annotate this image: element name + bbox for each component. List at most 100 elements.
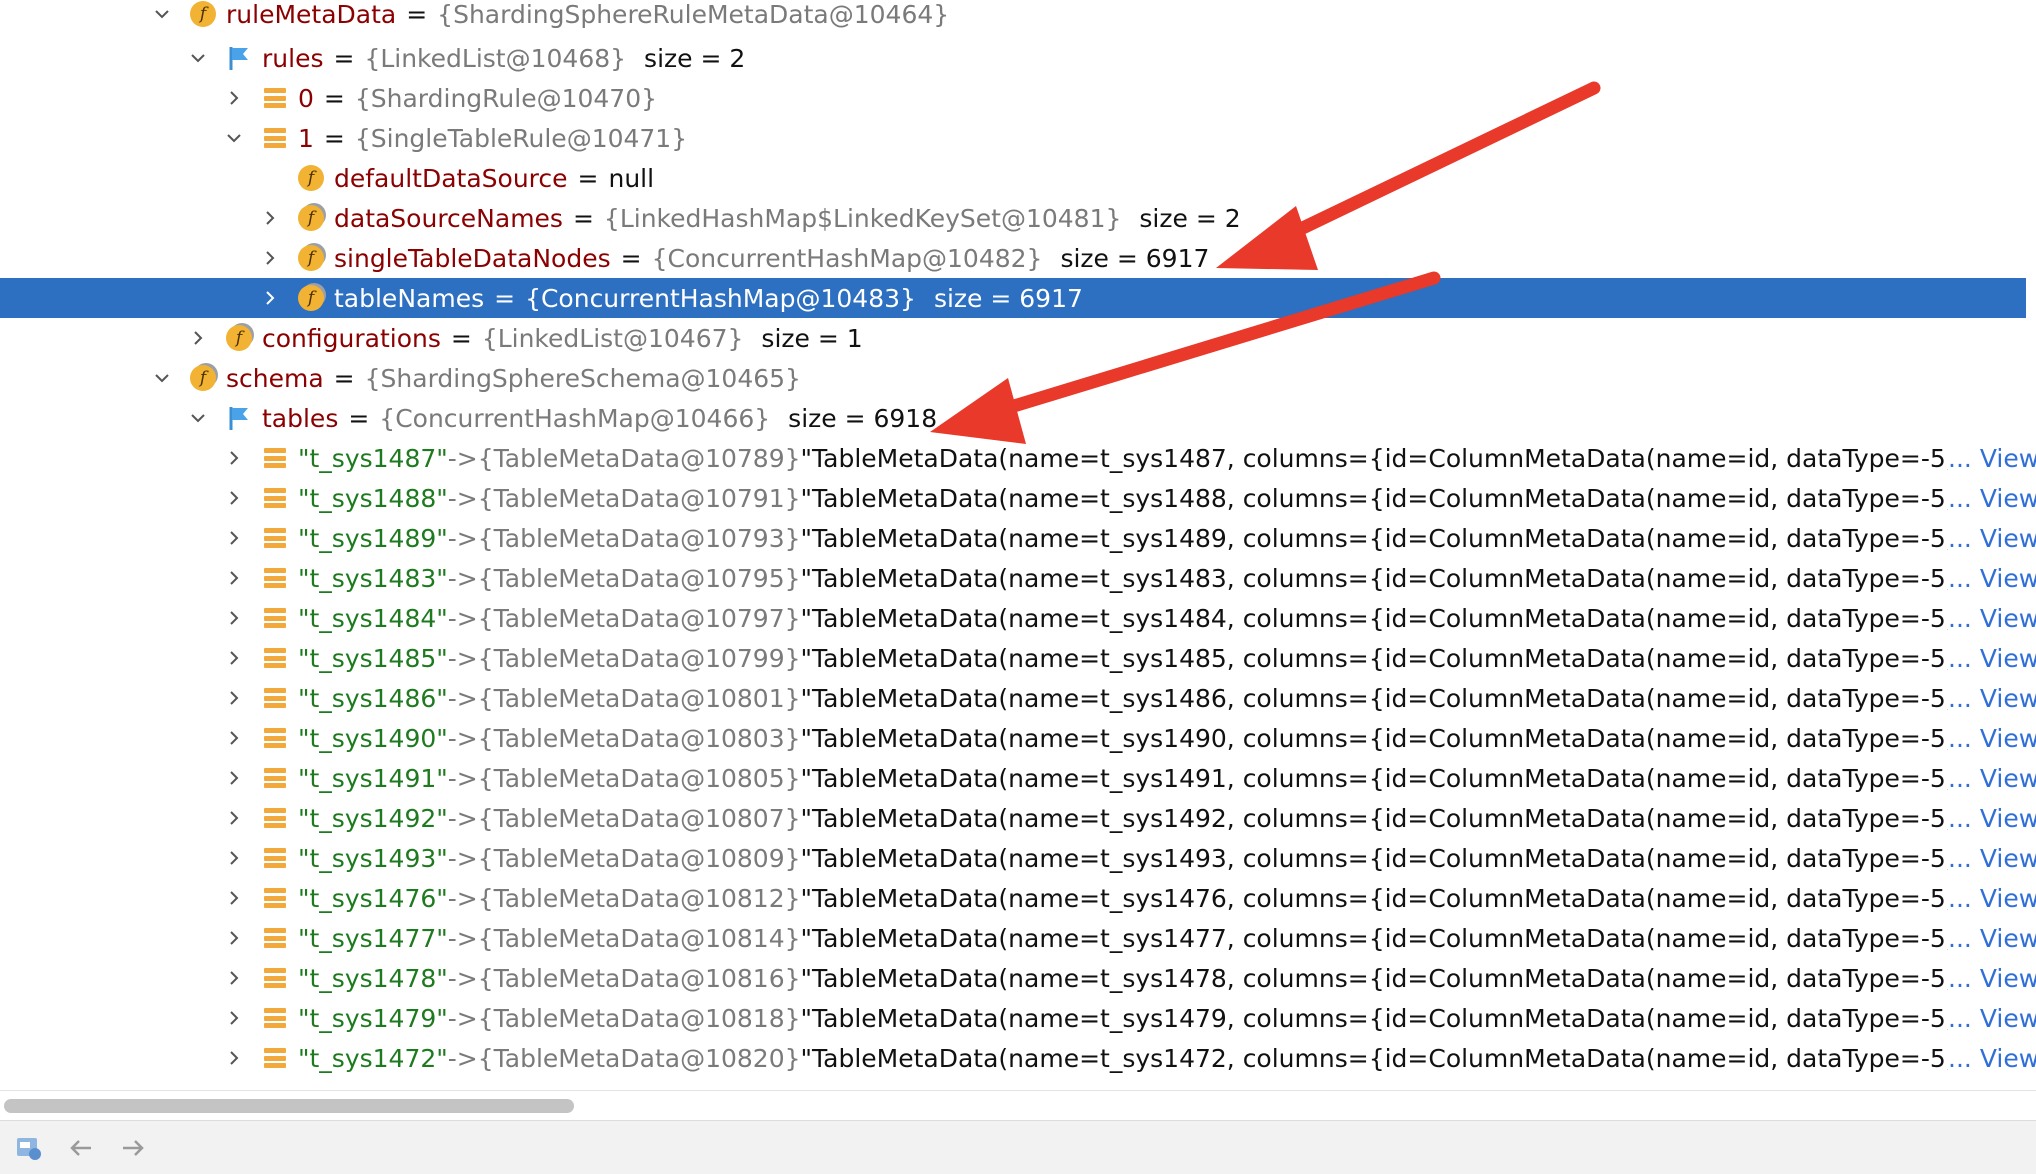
- chevron-down-icon[interactable]: [148, 358, 176, 398]
- tree-row-rule-0[interactable]: 0 = {ShardingRule@10470}: [0, 78, 2036, 118]
- view-link-label[interactable]: View: [1980, 484, 2036, 513]
- element-icon: [260, 438, 290, 478]
- forward-arrow-icon[interactable]: [110, 1125, 156, 1171]
- table-entry-row[interactable]: "t_sys1493" -> {TableMetaData@10809} "Table…: [0, 838, 2036, 878]
- view-link[interactable]: ... View: [1948, 878, 2036, 918]
- chevron-right-icon[interactable]: [220, 878, 248, 918]
- table-entry-row[interactable]: "t_sys1478" -> {TableMetaData@10816} "Table…: [0, 958, 2036, 998]
- table-entry-row[interactable]: "t_sys1485" -> {TableMetaData@10799} "Table…: [0, 638, 2036, 678]
- view-link[interactable]: ... View: [1948, 678, 2036, 718]
- tree-row-rules[interactable]: rules = {LinkedList@10468} size = 2: [0, 38, 2036, 78]
- view-link[interactable]: ... View: [1948, 478, 2036, 518]
- table-entry-row[interactable]: "t_sys1484" -> {TableMetaData@10797} "Table…: [0, 598, 2036, 638]
- view-link-label[interactable]: View: [1980, 884, 2036, 913]
- map-ref: {TableMetaData@10801}: [477, 683, 801, 713]
- view-link-label[interactable]: View: [1980, 724, 2036, 753]
- view-link[interactable]: ... View: [1948, 558, 2036, 598]
- tree-row-schema[interactable]: f schema = {ShardingSphereSchema@10465}: [0, 358, 2036, 398]
- map-value: "TableMetaData(name=t_sys1487, columns={…: [800, 443, 1948, 473]
- chevron-right-icon[interactable]: [220, 718, 248, 758]
- tree-row-configurations[interactable]: f configurations = {LinkedList@10467} size …: [0, 318, 2036, 358]
- chevron-right-icon[interactable]: [220, 598, 248, 638]
- table-entry-row[interactable]: "t_sys1491" -> {TableMetaData@10805} "Table…: [0, 758, 2036, 798]
- table-entry-row[interactable]: "t_sys1492" -> {TableMetaData@10807} "Table…: [0, 798, 2036, 838]
- view-link[interactable]: ... View: [1948, 998, 2036, 1038]
- equals-sign: =: [333, 363, 355, 393]
- table-entry-row[interactable]: "t_sys1487" -> {TableMetaData@10789} "Table…: [0, 438, 2036, 478]
- view-link-label[interactable]: View: [1980, 644, 2036, 673]
- horizontal-scrollbar[interactable]: [0, 1090, 2036, 1120]
- chevron-right-icon[interactable]: [220, 798, 248, 838]
- chevron-right-icon[interactable]: [256, 198, 284, 238]
- view-link[interactable]: ... View: [1948, 718, 2036, 758]
- view-link[interactable]: ... View: [1948, 518, 2036, 558]
- chevron-right-icon[interactable]: [256, 238, 284, 278]
- chevron-down-icon[interactable]: [184, 38, 212, 78]
- chevron-right-icon[interactable]: [220, 518, 248, 558]
- tree-row-tables[interactable]: tables = {ConcurrentHashMap@10466} size = 6…: [0, 398, 2036, 438]
- tree-row-tablenames-selected[interactable]: f tableNames = {ConcurrentHashMap@10483} si…: [0, 278, 2026, 318]
- chevron-right-icon[interactable]: [184, 318, 212, 358]
- view-link-label[interactable]: View: [1980, 1004, 2036, 1033]
- chevron-down-icon[interactable]: [148, 0, 176, 34]
- table-entry-row[interactable]: "t_sys1490" -> {TableMetaData@10803} "Table…: [0, 718, 2036, 758]
- table-entry-row[interactable]: "t_sys1479" -> {TableMetaData@10818} "Table…: [0, 998, 2036, 1038]
- tree-row-singletabledatanodes[interactable]: f singleTableDataNodes = {ConcurrentHashMa…: [0, 238, 2036, 278]
- chevron-right-icon[interactable]: [220, 998, 248, 1038]
- view-link-label[interactable]: View: [1980, 764, 2036, 793]
- chevron-right-icon[interactable]: [220, 758, 248, 798]
- view-link-label[interactable]: View: [1980, 1044, 2036, 1073]
- chevron-right-icon[interactable]: [220, 638, 248, 678]
- table-entry-row[interactable]: "t_sys1472" -> {TableMetaData@10820} "Table…: [0, 1038, 2036, 1078]
- chevron-right-icon[interactable]: [220, 678, 248, 718]
- back-arrow-icon[interactable]: [58, 1125, 104, 1171]
- view-link-label[interactable]: View: [1980, 524, 2036, 553]
- chevron-right-icon[interactable]: [256, 278, 284, 318]
- view-link-label[interactable]: View: [1980, 444, 2036, 473]
- map-value: "TableMetaData(name=t_sys1488, columns={…: [800, 483, 1948, 513]
- view-link[interactable]: ... View: [1948, 438, 2036, 478]
- table-entry-row[interactable]: "t_sys1488" -> {TableMetaData@10791} "Table…: [0, 478, 2036, 518]
- table-entry-row[interactable]: "t_sys1489" -> {TableMetaData@10793} "Table…: [0, 518, 2036, 558]
- chevron-right-icon[interactable]: [220, 838, 248, 878]
- chevron-down-icon[interactable]: [220, 118, 248, 158]
- view-link-label[interactable]: View: [1980, 844, 2036, 873]
- ellipsis: ...: [1948, 1003, 1972, 1033]
- frame-icon[interactable]: [6, 1125, 52, 1171]
- chevron-right-icon[interactable]: [220, 78, 248, 118]
- view-link[interactable]: ... View: [1948, 838, 2036, 878]
- view-link[interactable]: ... View: [1948, 1038, 2036, 1078]
- tree-row-datasourcenames[interactable]: f dataSourceNames = {LinkedHashMap$LinkedK…: [0, 198, 2036, 238]
- tree-row-defaultdatasource[interactable]: f defaultDataSource = null: [0, 158, 2036, 198]
- chevron-right-icon[interactable]: [220, 438, 248, 478]
- chevron-down-icon[interactable]: [184, 398, 212, 438]
- view-link-label[interactable]: View: [1980, 684, 2036, 713]
- element-icon: [260, 998, 290, 1038]
- view-link-label[interactable]: View: [1980, 564, 2036, 593]
- chevron-right-icon[interactable]: [220, 958, 248, 998]
- view-link-label[interactable]: View: [1980, 804, 2036, 833]
- map-arrow: ->: [447, 763, 478, 793]
- view-link-label[interactable]: View: [1980, 924, 2036, 953]
- chevron-right-icon[interactable]: [220, 478, 248, 518]
- chevron-right-icon[interactable]: [220, 918, 248, 958]
- chevron-right-icon[interactable]: [220, 558, 248, 598]
- scrollbar-thumb[interactable]: [4, 1099, 574, 1113]
- view-link[interactable]: ... View: [1948, 798, 2036, 838]
- tree-row-rule-1[interactable]: 1 = {SingleTableRule@10471}: [0, 118, 2036, 158]
- table-entry-row[interactable]: "t_sys1486" -> {TableMetaData@10801} "Table…: [0, 678, 2036, 718]
- equals-sign: =: [494, 283, 516, 313]
- tree-row-rulemetadata[interactable]: f ruleMetaData = {ShardingSphereRuleMetaDa…: [0, 0, 2036, 34]
- view-link[interactable]: ... View: [1948, 598, 2036, 638]
- ellipsis: ...: [1948, 723, 1972, 753]
- view-link-label[interactable]: View: [1980, 604, 2036, 633]
- table-entry-row[interactable]: "t_sys1477" -> {TableMetaData@10814} "Table…: [0, 918, 2036, 958]
- view-link[interactable]: ... View: [1948, 638, 2036, 678]
- table-entry-row[interactable]: "t_sys1476" -> {TableMetaData@10812} "Table…: [0, 878, 2036, 918]
- view-link[interactable]: ... View: [1948, 918, 2036, 958]
- view-link-label[interactable]: View: [1980, 964, 2036, 993]
- view-link[interactable]: ... View: [1948, 958, 2036, 998]
- chevron-right-icon[interactable]: [220, 1038, 248, 1078]
- view-link[interactable]: ... View: [1948, 758, 2036, 798]
- table-entry-row[interactable]: "t_sys1483" -> {TableMetaData@10795} "Table…: [0, 558, 2036, 598]
